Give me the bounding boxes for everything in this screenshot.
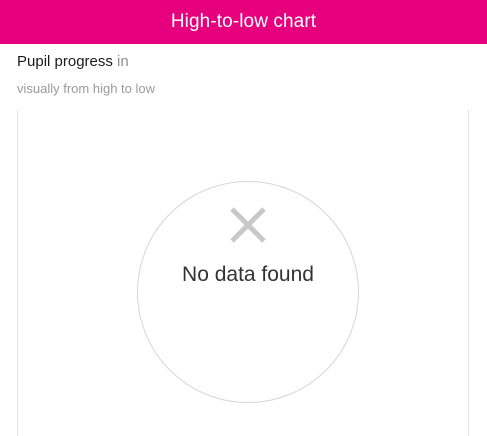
panel-header: High-to-low chart [0,0,487,44]
chart-description: visually from high to low [17,81,155,96]
no-data-message: No data found [182,263,314,286]
chart-subheader: Pupil progress in visually from high to … [0,44,487,110]
subtitle-metric: Pupil progress [17,53,113,70]
subtitle-suffix: in [112,53,129,70]
high-to-low-chart-panel: High-to-low chart Pupil progress in visu… [0,0,487,436]
panel-title: High-to-low chart [170,11,317,32]
no-data-indicator: No data found [137,181,359,403]
chart-area: No data found [17,110,469,436]
chart-subtitle: Pupil progress in [17,53,129,70]
close-icon [230,207,266,243]
